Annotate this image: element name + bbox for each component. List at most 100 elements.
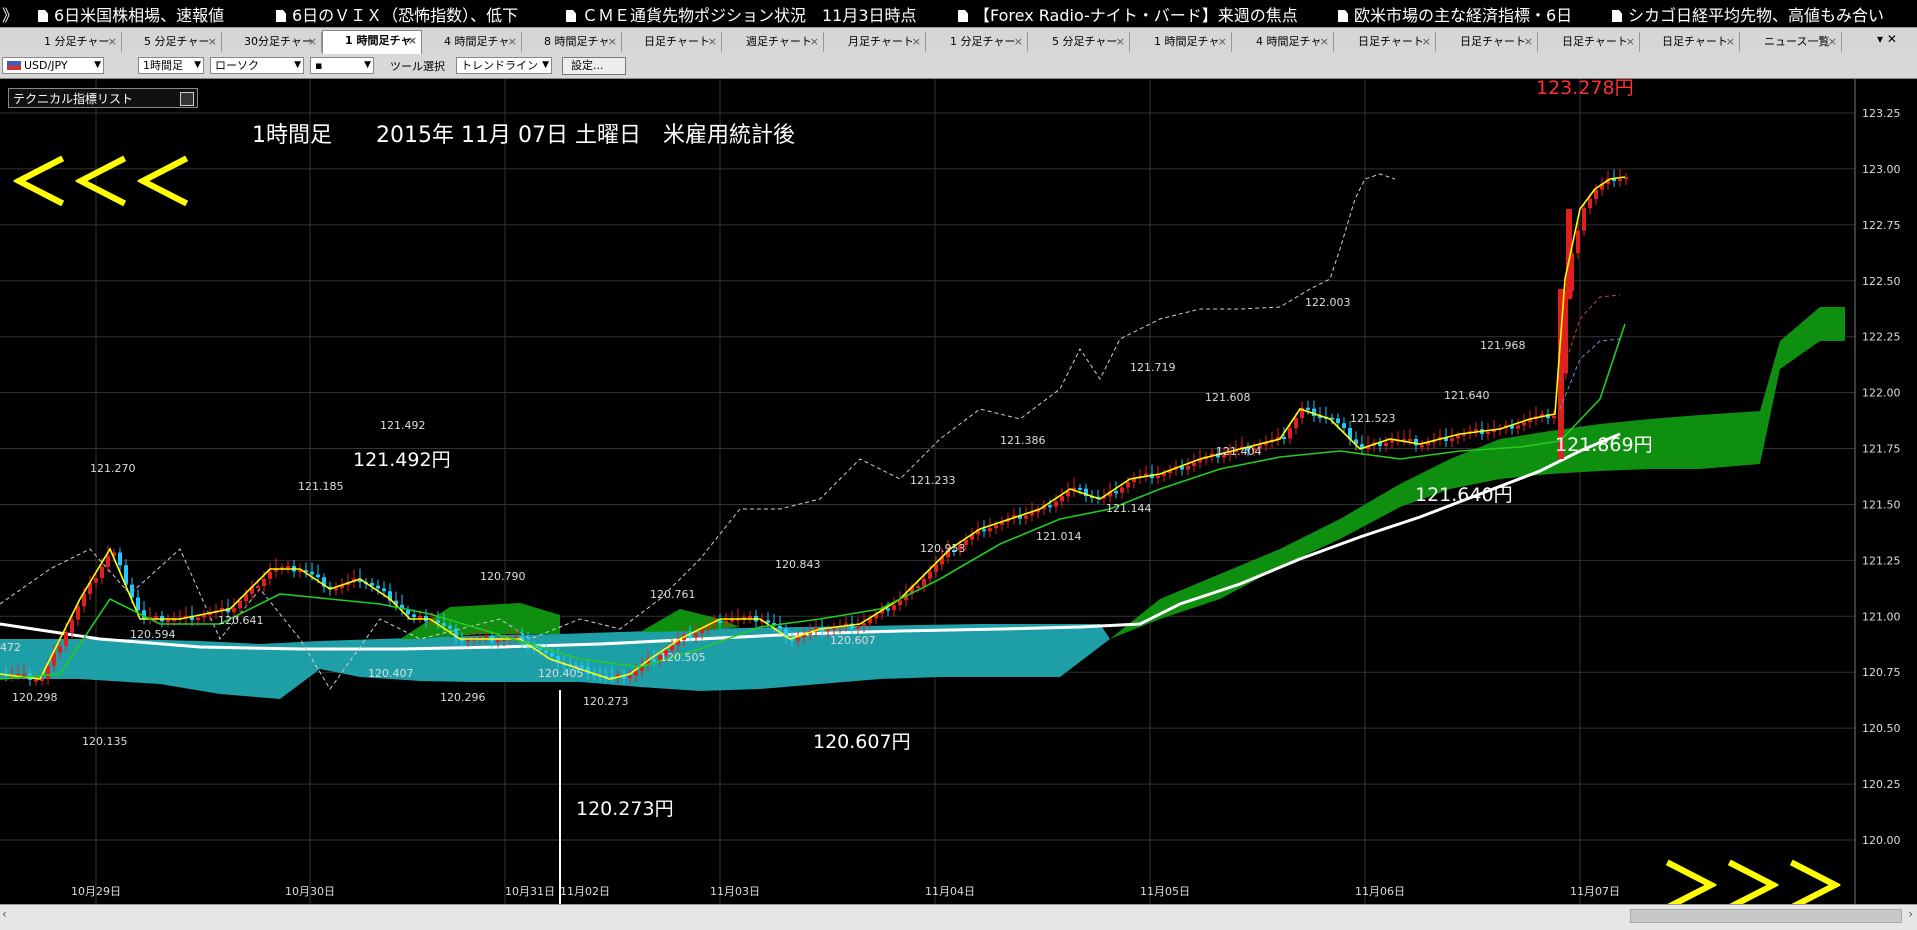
expand-icon[interactable] bbox=[180, 92, 194, 106]
tool-select[interactable]: トレンドライン ▼ bbox=[456, 57, 552, 74]
close-icon[interactable]: × bbox=[1524, 32, 1533, 52]
close-icon[interactable]: × bbox=[608, 32, 617, 52]
price-point-label: 121.523 bbox=[1350, 412, 1396, 425]
close-icon[interactable]: × bbox=[1828, 32, 1837, 52]
candle-body bbox=[166, 620, 170, 623]
candle-body bbox=[376, 585, 380, 589]
chart-tab[interactable]: 日足チャート × bbox=[1640, 32, 1740, 52]
candle-body bbox=[256, 586, 260, 588]
price-annotation: 121.869円 bbox=[1555, 434, 1653, 456]
candle-body bbox=[1306, 407, 1310, 410]
us-jp-flag-icon bbox=[7, 61, 21, 70]
news-item-text: ＣＭＥ通貨先物ポジション状況 11月3日時点 bbox=[582, 6, 917, 24]
style-select[interactable]: ▪ ▼ bbox=[310, 57, 374, 74]
chart-tab[interactable]: 日足チャート × bbox=[1438, 32, 1538, 52]
candle-body bbox=[1408, 439, 1412, 441]
close-icon[interactable]: × bbox=[912, 32, 921, 52]
chart-tab[interactable]: 日足チャート × bbox=[1540, 32, 1640, 52]
price-point-label: 120.407 bbox=[368, 667, 414, 680]
close-icon[interactable]: × bbox=[708, 32, 717, 52]
close-icon[interactable]: × bbox=[1014, 32, 1023, 52]
tab-menu-icon[interactable]: ▾ ✕ bbox=[1877, 32, 1917, 46]
settings-button[interactable]: 設定... bbox=[562, 57, 626, 75]
chart-tab-label: 8 時間足チャ bbox=[544, 35, 610, 48]
ma-fast-line bbox=[0, 176, 1626, 680]
close-icon[interactable]: × bbox=[408, 31, 417, 51]
news-item[interactable]: 【Forex Radio-ナイト・バード】来週の焦点 bbox=[958, 2, 1298, 24]
scroll-right-icon[interactable]: › bbox=[1908, 907, 1913, 921]
news-item[interactable]: 欧米市場の主な経済指標・6日 bbox=[1338, 2, 1572, 24]
chart-tab-label: 日足チャート bbox=[1662, 35, 1728, 48]
close-icon[interactable]: × bbox=[208, 32, 217, 52]
chart-type-select[interactable]: ローソク ▼ bbox=[210, 57, 304, 74]
chart-tab-label: 日足チャート bbox=[1460, 35, 1526, 48]
chart-tab[interactable]: ニュース一覧 × bbox=[1742, 32, 1842, 52]
chart-tab[interactable]: 1 時間足チャ × bbox=[322, 30, 422, 54]
chart-tab[interactable]: 1 分足チャー × bbox=[928, 32, 1028, 52]
candle-body bbox=[136, 597, 140, 611]
chart-tab[interactable]: 4 時間足チャ × bbox=[422, 32, 522, 52]
chart-tab[interactable]: 8 時間足チャ × bbox=[522, 32, 622, 52]
x-tick-label: 10月31日 bbox=[505, 885, 555, 898]
price-point-label: 121.492 bbox=[380, 419, 426, 432]
candle-body bbox=[106, 555, 110, 567]
price-point-label: 121.719 bbox=[1130, 361, 1176, 374]
chart-tab[interactable]: 5 分足チャー × bbox=[122, 32, 222, 52]
chart-tab-label: 5 分足チャー bbox=[1052, 35, 1118, 48]
chart-tab[interactable]: 5 分足チャー × bbox=[1030, 32, 1130, 52]
close-icon[interactable]: × bbox=[508, 32, 517, 52]
candle-body bbox=[238, 601, 242, 609]
currency-pair-select[interactable]: USD/JPY ▼ bbox=[2, 57, 104, 74]
price-chart[interactable]: 123.25 123.00 122.75 122.50 122.25 122.00 121.… bbox=[0, 79, 1917, 904]
close-icon[interactable]: × bbox=[1726, 32, 1735, 52]
scrollbar-thumb[interactable] bbox=[1630, 909, 1902, 923]
candle-body bbox=[628, 675, 632, 679]
price-point-label: 120.298 bbox=[12, 691, 58, 704]
y-tick-label: 120.75 bbox=[1862, 666, 1901, 679]
news-item-text: 6日米国株相場、速報値 bbox=[54, 6, 225, 24]
y-tick-label: 122.75 bbox=[1862, 219, 1901, 232]
candle-body bbox=[1576, 230, 1580, 254]
chart-tab[interactable]: 1 時間足チャ × bbox=[1132, 32, 1232, 52]
close-icon[interactable]: × bbox=[1626, 32, 1635, 52]
news-doc-icon bbox=[1612, 10, 1622, 22]
news-item[interactable]: 6日のＶＩＸ（恐怖指数）、低下 bbox=[276, 2, 518, 24]
chart-tab-label: 日足チャート bbox=[1358, 35, 1424, 48]
close-icon[interactable]: × bbox=[1116, 32, 1125, 52]
chart-tab[interactable]: 30分足チャー × bbox=[222, 32, 322, 52]
candle-body bbox=[448, 625, 452, 629]
chart-tab[interactable]: 日足チャート × bbox=[622, 32, 722, 52]
chart-tab-label: 1 時間足チャ bbox=[1154, 35, 1220, 48]
chart-tab[interactable]: 日足チャート × bbox=[1336, 32, 1436, 52]
scroll-left-icon[interactable]: ‹ bbox=[2, 907, 7, 921]
candle-body bbox=[1342, 423, 1346, 428]
news-item[interactable]: シカゴ日経平均先物、高値もみ合い bbox=[1612, 2, 1884, 24]
chart-tab[interactable]: 1 分足チャー × bbox=[22, 32, 122, 52]
technical-indicator-list[interactable]: テクニカル指標リスト bbox=[8, 88, 198, 108]
close-icon[interactable]: × bbox=[1218, 32, 1227, 52]
candle-body bbox=[826, 629, 830, 632]
chart-type-value: ローソク bbox=[215, 59, 259, 72]
candle-body bbox=[94, 578, 98, 583]
close-icon[interactable]: × bbox=[308, 32, 317, 52]
timeframe-select[interactable]: 1時間足 ▼ bbox=[138, 57, 204, 74]
y-tick-label: 123.25 bbox=[1862, 107, 1901, 120]
chart-tab[interactable]: 月足チャート × bbox=[826, 32, 926, 52]
close-icon[interactable]: × bbox=[108, 32, 117, 52]
price-point-label: 120.843 bbox=[775, 558, 821, 571]
y-tick-label: 120.00 bbox=[1862, 834, 1901, 847]
news-prefix: 》 bbox=[2, 6, 19, 24]
news-item[interactable]: ＣＭＥ通貨先物ポジション状況 11月3日時点 bbox=[566, 2, 917, 24]
close-icon[interactable]: × bbox=[1422, 32, 1431, 52]
chart-tab[interactable]: 週足チャート × bbox=[724, 32, 824, 52]
technical-indicator-label: テクニカル指標リスト bbox=[13, 92, 134, 106]
price-point-label: 121.640 bbox=[1444, 389, 1490, 402]
candle-body bbox=[382, 588, 386, 592]
close-icon[interactable]: × bbox=[810, 32, 819, 52]
current-price-label: 123.278円 bbox=[1536, 79, 1634, 99]
close-icon[interactable]: × bbox=[1320, 32, 1329, 52]
chart-tab[interactable]: 4 時間足チャ × bbox=[1234, 32, 1334, 52]
horizontal-scrollbar[interactable]: ‹ › bbox=[0, 904, 1917, 930]
candle-body bbox=[118, 552, 122, 566]
news-item[interactable]: 6日米国株相場、速報値 bbox=[38, 2, 224, 24]
